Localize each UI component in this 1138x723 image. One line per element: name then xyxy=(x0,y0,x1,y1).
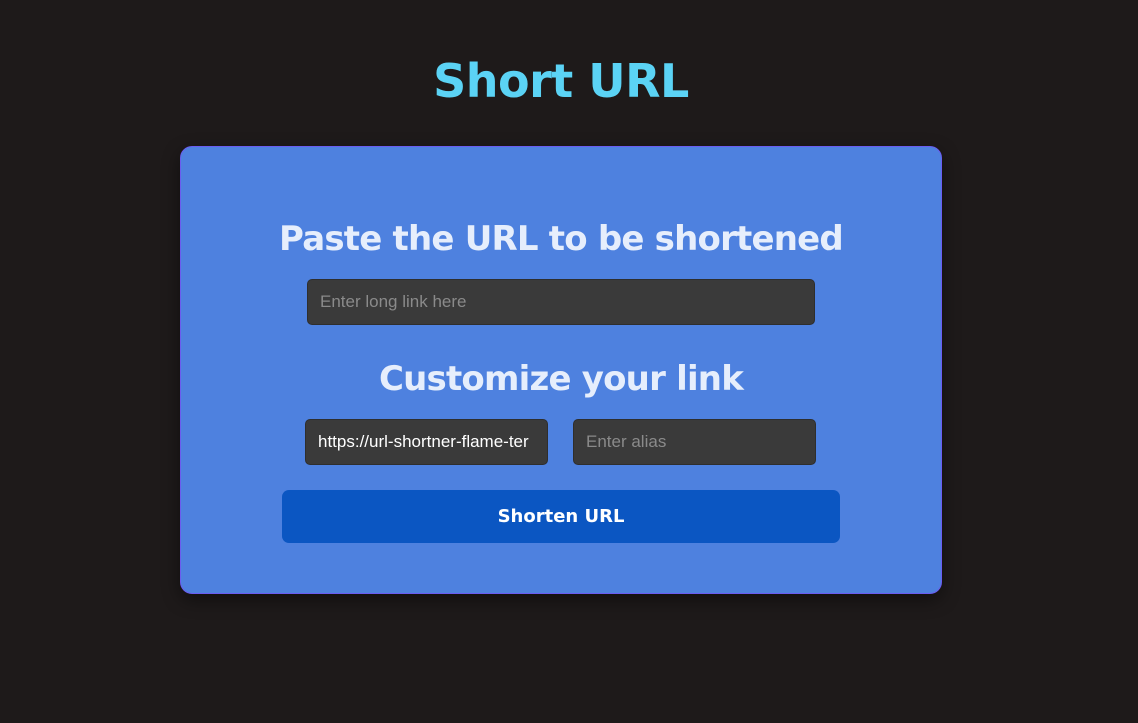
long-url-input[interactable] xyxy=(307,279,815,325)
page: Short URL Paste the URL to be shortened … xyxy=(0,0,1138,723)
url-heading: Paste the URL to be shortened xyxy=(279,219,844,259)
alias-input[interactable] xyxy=(573,419,816,465)
shorten-form-card: Paste the URL to be shortened Customize … xyxy=(180,146,942,594)
customize-heading: Customize your link xyxy=(378,359,744,399)
shorten-url-button[interactable]: Shorten URL xyxy=(282,490,840,543)
app-title: Short URL xyxy=(433,54,689,108)
base-url-field[interactable] xyxy=(305,419,548,465)
